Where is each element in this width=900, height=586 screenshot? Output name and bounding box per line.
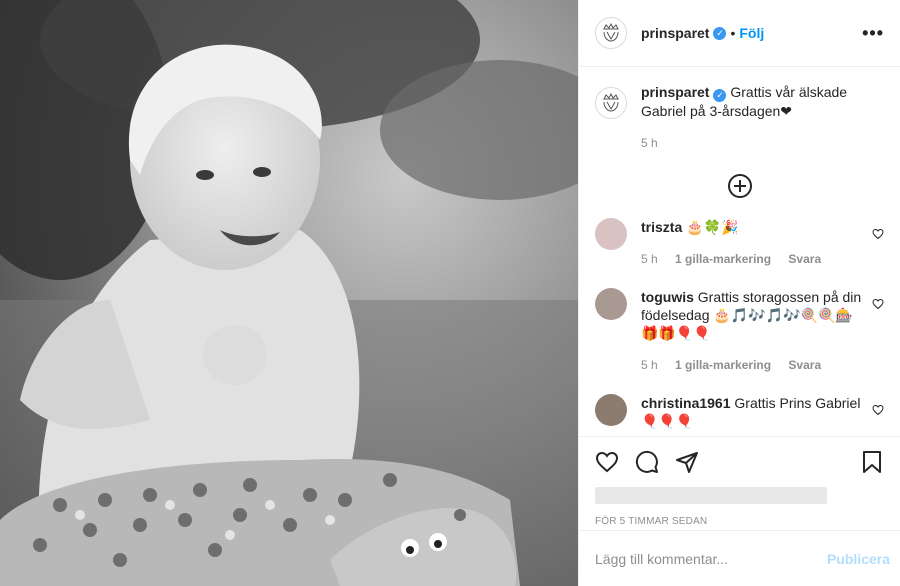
verified-badge-icon: ✓	[713, 89, 727, 102]
plus-circle-icon[interactable]	[727, 174, 752, 198]
reply-button[interactable]: Svara	[788, 358, 821, 372]
commenter-avatar[interactable]	[595, 288, 627, 320]
heart-icon[interactable]	[872, 404, 884, 416]
share-send-icon[interactable]	[675, 450, 699, 474]
commenter-avatar[interactable]	[595, 218, 627, 250]
caption-time[interactable]: 5 h	[641, 136, 658, 150]
comment-likes[interactable]: 1 gilla-markering	[675, 358, 771, 372]
heart-icon[interactable]	[872, 298, 884, 310]
load-more-comments[interactable]	[595, 174, 884, 198]
post-sidebar: prinsparet ✓ • Följ ••• prinsparet ✓ Grat…	[578, 0, 900, 586]
photo-illustration	[0, 0, 578, 586]
comment-text: 🎂🍀🎉	[686, 219, 739, 235]
author-username[interactable]: prinsparet	[641, 25, 709, 41]
likes-count-placeholder[interactable]	[595, 487, 827, 504]
like-heart-icon[interactable]	[595, 450, 619, 474]
verified-badge-icon: ✓	[713, 26, 727, 40]
comment-username[interactable]: christina1961	[641, 395, 731, 411]
comment-username[interactable]: triszta	[641, 219, 682, 235]
post-header: prinsparet ✓ • Följ •••	[579, 0, 900, 67]
separator-dot: •	[730, 25, 736, 41]
comment-input[interactable]	[595, 550, 827, 567]
comment: christina1961 Grattis Prins Gabriel 🎈🎈🎈	[595, 394, 884, 430]
commenter-avatar[interactable]	[595, 394, 627, 426]
action-bar: FÖR 5 TIMMAR SEDAN	[579, 436, 900, 527]
royal-monogram-icon	[603, 22, 619, 42]
comments-list[interactable]: prinsparet ✓ Grattis vår älskade Gabriel …	[579, 67, 900, 436]
comment: toguwis Grattis storagossen på din födel…	[595, 288, 884, 374]
post-time-ago[interactable]: FÖR 5 TIMMAR SEDAN	[595, 516, 884, 527]
bookmark-icon[interactable]	[860, 450, 884, 474]
caption: prinsparet ✓ Grattis vår älskade Gabriel …	[595, 83, 884, 152]
reply-button[interactable]: Svara	[788, 252, 821, 266]
caption-username[interactable]: prinsparet	[641, 84, 709, 100]
comment: triszta 🎂🍀🎉 5 h 1 gilla-markering Svara	[595, 218, 884, 268]
comment-username[interactable]: toguwis	[641, 289, 694, 305]
caption-avatar[interactable]	[595, 87, 627, 119]
author-avatar[interactable]	[595, 17, 627, 49]
add-comment-bar: Publicera	[579, 530, 900, 586]
comment-bubble-icon[interactable]	[635, 450, 659, 474]
post-photo[interactable]	[0, 0, 578, 586]
more-options-icon[interactable]: •••	[862, 23, 884, 44]
heart-icon[interactable]	[872, 228, 884, 240]
publish-button[interactable]: Publicera	[827, 551, 890, 567]
royal-monogram-icon	[603, 92, 619, 112]
comment-likes[interactable]: 1 gilla-markering	[675, 252, 771, 266]
comment-time[interactable]: 5 h	[641, 358, 658, 372]
comment-time[interactable]: 5 h	[641, 252, 658, 266]
follow-button[interactable]: Följ	[739, 25, 764, 41]
